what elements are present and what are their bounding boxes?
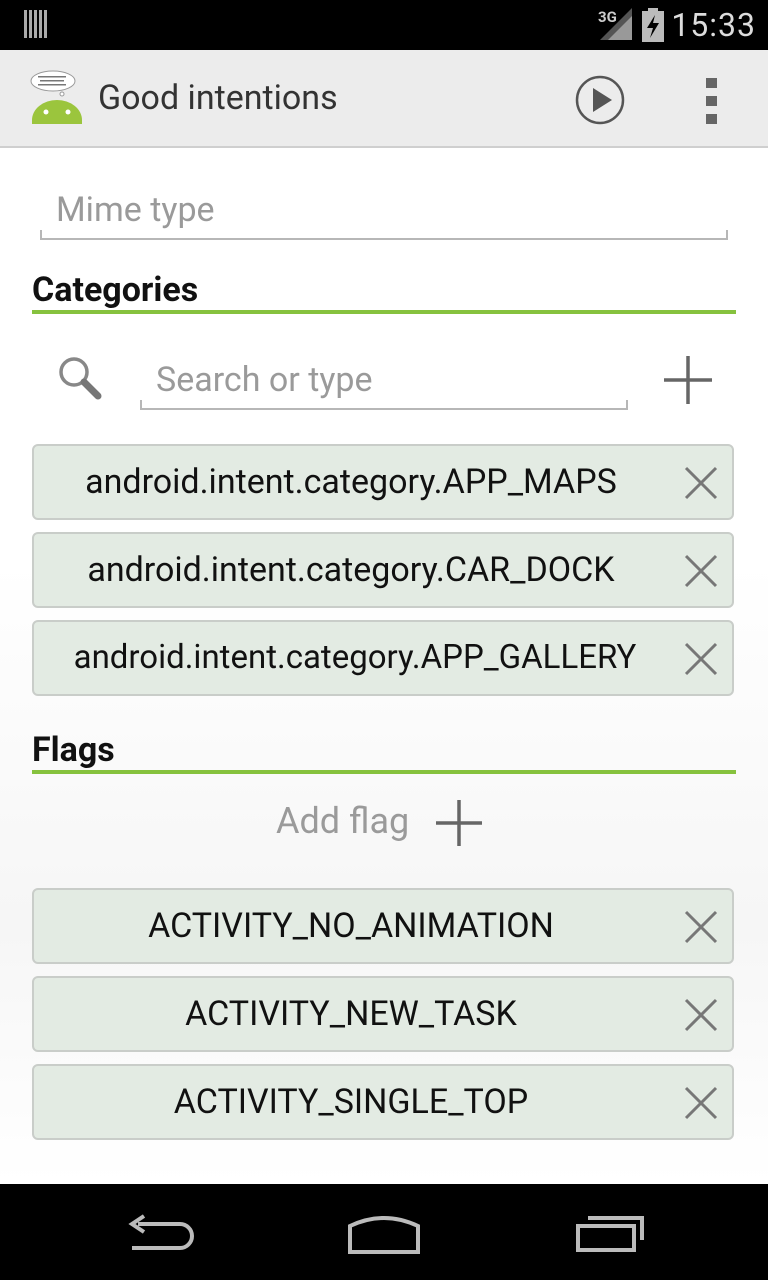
add-flag-label: Add flag	[276, 800, 410, 842]
status-bar: 3G 15:33	[0, 0, 768, 50]
navigation-bar	[0, 1184, 768, 1280]
search-icon	[59, 357, 102, 400]
action-bar: Good intentions	[0, 50, 768, 148]
intent-form: Mime type Categories Search or type andr…	[0, 148, 768, 1184]
remove-icon[interactable]	[684, 642, 718, 676]
notification-barcode-icon	[24, 10, 47, 38]
flag-chip-label: ACTIVITY_NEW_TASK	[185, 994, 517, 1034]
categories-heading: Categories	[32, 270, 199, 310]
category-chip-label: android.intent.category.CAR_DOCK	[87, 550, 615, 590]
recent-apps-icon[interactable]	[574, 1214, 646, 1254]
flags-heading: Flags	[32, 730, 115, 770]
category-chip-label: android.intent.category.APP_MAPS	[85, 462, 617, 502]
flag-chip[interactable]: ACTIVITY_NEW_TASK	[32, 976, 734, 1052]
flag-chip-label: ACTIVITY_SINGLE_TOP	[173, 1082, 529, 1122]
back-icon[interactable]	[124, 1214, 196, 1254]
home-icon[interactable]	[346, 1212, 422, 1256]
overflow-menu-icon[interactable]	[696, 74, 728, 128]
app-title: Good intentions	[98, 78, 338, 118]
flag-chip[interactable]: ACTIVITY_NO_ANIMATION	[32, 888, 734, 964]
add-flag-icon	[436, 800, 482, 846]
remove-icon[interactable]	[684, 998, 718, 1032]
clock: 15:33	[671, 6, 756, 44]
add-category-icon[interactable]	[662, 354, 714, 406]
play-icon[interactable]	[574, 74, 626, 126]
app-logo-icon[interactable]	[26, 70, 88, 128]
remove-icon[interactable]	[684, 466, 718, 500]
remove-icon[interactable]	[684, 910, 718, 944]
category-chip[interactable]: android.intent.category.APP_MAPS	[32, 444, 734, 520]
remove-icon[interactable]	[684, 554, 718, 588]
remove-icon[interactable]	[684, 1086, 718, 1120]
mime-type-input[interactable]: Mime type	[40, 184, 728, 240]
flag-chip-label: ACTIVITY_NO_ANIMATION	[148, 906, 554, 946]
category-search-input[interactable]: Search or type	[140, 354, 628, 410]
category-chip[interactable]: android.intent.category.APP_GALLERY	[32, 620, 734, 696]
mime-type-placeholder: Mime type	[56, 190, 215, 230]
flags-divider	[32, 770, 736, 774]
categories-divider	[32, 310, 736, 314]
category-chip[interactable]: android.intent.category.CAR_DOCK	[32, 532, 734, 608]
battery-charging-icon	[642, 8, 664, 42]
flag-chip[interactable]: ACTIVITY_SINGLE_TOP	[32, 1064, 734, 1140]
category-search-placeholder: Search or type	[156, 360, 373, 400]
category-chip-label: android.intent.category.APP_GALLERY	[73, 638, 637, 677]
